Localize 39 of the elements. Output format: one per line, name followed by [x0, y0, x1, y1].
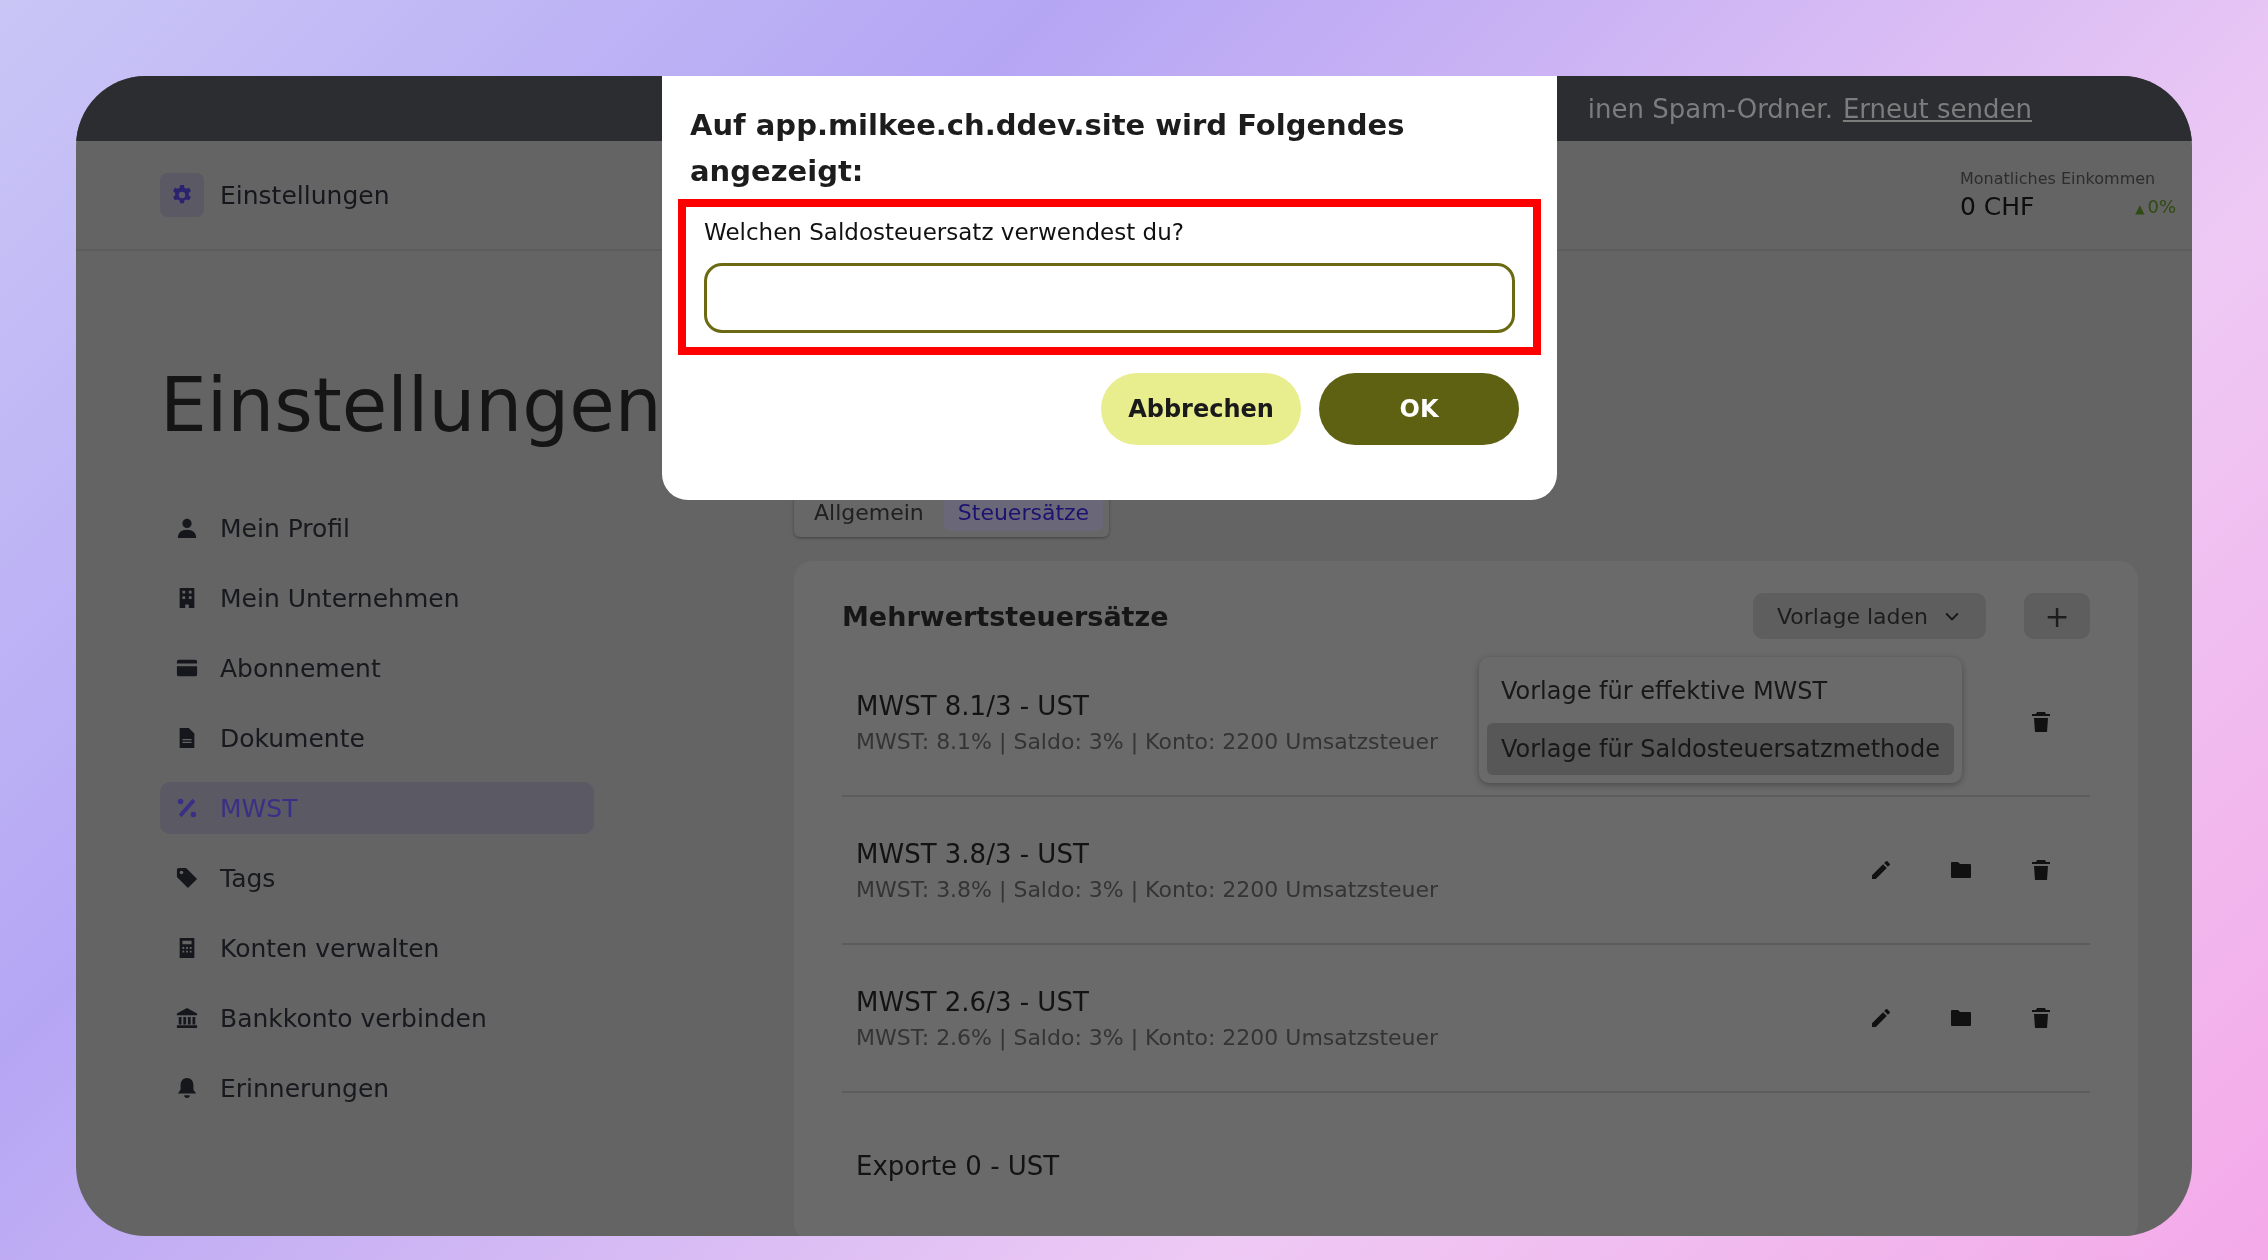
income-label: Monatliches Einkommen: [1960, 169, 2157, 188]
cancel-button[interactable]: Abbrechen: [1101, 372, 1301, 445]
resend-link[interactable]: Erneut senden: [1842, 93, 2032, 124]
sidebar-item[interactable]: Bankkonto verbinden: [160, 992, 594, 1045]
trash-icon[interactable]: [2029, 710, 2053, 735]
tab[interactable]: Allgemein: [800, 494, 938, 532]
load-template-button[interactable]: Vorlage laden: [1753, 593, 1986, 640]
trash-icon[interactable]: [2029, 1006, 2053, 1031]
percent-icon: [176, 797, 198, 820]
sidebar-item[interactable]: Mein Profil: [160, 502, 594, 555]
sidebar-item[interactable]: Konten verwalten: [160, 922, 594, 975]
banner-text: inen Spam-Ordner.: [1587, 93, 1833, 124]
bank-icon: [176, 1007, 198, 1030]
user-icon: [176, 517, 198, 540]
header-title: Einstellungen: [220, 180, 390, 210]
add-button[interactable]: +: [2024, 593, 2090, 640]
menu-item[interactable]: Vorlage für effektive MWST: [1487, 665, 1954, 718]
trash-icon[interactable]: [2029, 858, 2053, 883]
sidebar-item[interactable]: Erinnerungen: [160, 1062, 594, 1115]
income-change: ▲ 0%: [2135, 196, 2176, 217]
sidebar-item[interactable]: Abonnement: [160, 642, 594, 695]
page-title: Einstellungen: [160, 365, 662, 447]
input-field[interactable]: [704, 262, 1515, 333]
tax-rate-title: MWST 2.6/3 - UST: [856, 986, 1090, 1017]
tax-rate-title: Exporte 0 - UST: [856, 1151, 1060, 1182]
tax-rate-title: MWST 8.1/3 - UST: [856, 690, 1090, 721]
tag-icon: [176, 867, 198, 890]
sidebar-item[interactable]: Tags: [160, 852, 594, 905]
sidebar-item[interactable]: Mein Unternehmen: [160, 572, 594, 625]
dialog-title: Auf app.milkee.ch.ddev.site wird Folgendes angezeigt:: [690, 107, 1406, 191]
bell-icon: [176, 1077, 198, 1100]
tax-rate-title: MWST 3.8/3 - UST: [856, 838, 1090, 869]
income-value: 0 CHF: [1960, 192, 2035, 221]
sidebar-item[interactable]: Dokumente: [160, 712, 594, 765]
ok-button[interactable]: OK: [1319, 372, 1519, 445]
settings-icon: [160, 173, 204, 217]
card-title: Mehrwertsteuersätze: [842, 600, 1169, 632]
dialog-prompt: Welchen Saldosteuersatz verwendest du?: [704, 218, 1185, 245]
menu-item[interactable]: Vorlage für Saldosteuersatzmethode: [1487, 723, 1954, 776]
